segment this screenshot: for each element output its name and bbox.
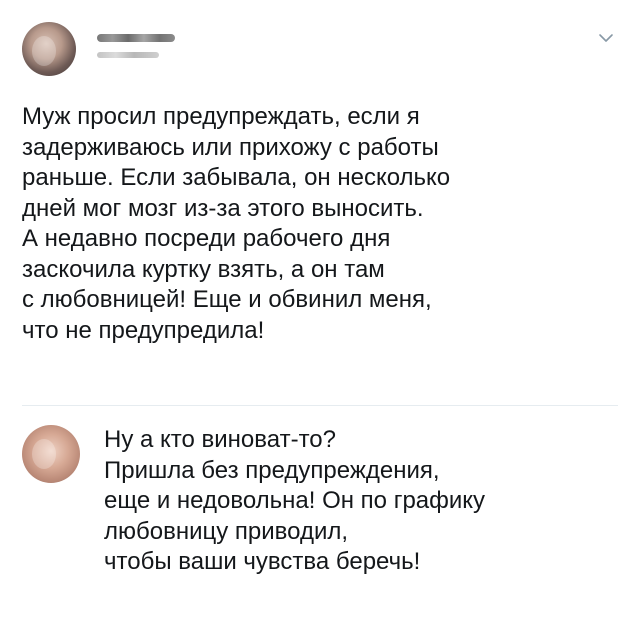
reply-text-line: чтобы ваши чувства беречь! xyxy=(104,548,421,575)
reply-text-line: Пришла без предупреждения, xyxy=(104,456,440,484)
reply-author-avatar[interactable] xyxy=(22,425,80,483)
tweet-text: Муж просил предупреждать, если я задержи… xyxy=(22,102,622,346)
reply-text-line: Ну а кто виноват-то? xyxy=(104,426,336,453)
tweet-text-line: что не предупредила! xyxy=(22,316,265,344)
tweet-text-line: с любовницей! Еще и обвинил меня, xyxy=(22,286,432,313)
tweet-text-line: раньше. Если забывала, он несколько xyxy=(22,164,451,191)
tweet-text-line: дней мог мозг из-за этого выносить. xyxy=(22,194,424,222)
tweet-text-line: А недавно посреди рабочего дня xyxy=(22,225,391,252)
user-avatar-icon xyxy=(32,439,56,469)
divider xyxy=(22,405,618,406)
tweet-text-line: задерживаюсь или прихожу с работы xyxy=(22,133,439,161)
reply-text: Ну а кто виноват-то? Пришла без предупре… xyxy=(104,425,624,578)
tweet-text-line: заскочила куртку взять, а он там xyxy=(22,255,385,283)
author-avatar[interactable] xyxy=(22,22,76,76)
reply-text-line: любовницу приводил, xyxy=(104,517,349,545)
tweet-text-line: Муж просил предупреждать, если я xyxy=(22,103,420,130)
chevron-down-icon[interactable] xyxy=(598,30,614,46)
author-handle-blurred xyxy=(97,52,159,58)
user-avatar-icon xyxy=(32,36,56,66)
reply-text-line: еще и недовольна! Он по графику xyxy=(104,487,486,514)
tweet: Муж просил предупреждать, если я задержи… xyxy=(0,0,640,400)
author-name-blurred[interactable] xyxy=(97,34,175,42)
